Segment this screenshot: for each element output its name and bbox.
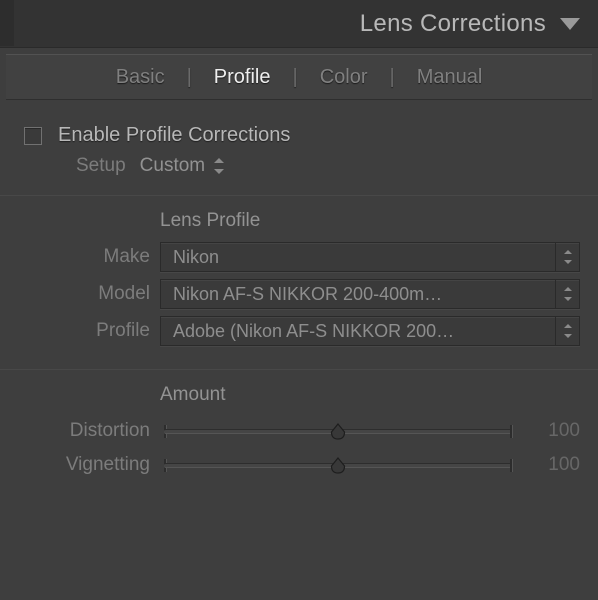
- distortion-value[interactable]: 100: [526, 420, 580, 442]
- profile-dropdown-value: Adobe (Nikon AF-S NIKKOR 200…: [173, 321, 454, 342]
- amount-title: Amount: [160, 384, 580, 406]
- enable-profile-corrections-row: Enable Profile Corrections: [24, 124, 580, 147]
- tab-separator: |: [279, 66, 312, 89]
- distortion-slider[interactable]: [164, 421, 512, 441]
- dropdown-handle[interactable]: [555, 317, 579, 345]
- lens-profile-title: Lens Profile: [160, 210, 580, 232]
- enable-profile-corrections-checkbox[interactable]: [24, 127, 42, 145]
- tab-separator: |: [173, 66, 206, 89]
- collapse-triangle-icon[interactable]: [560, 18, 580, 30]
- slider-thumb[interactable]: [330, 423, 347, 440]
- tab-basic[interactable]: Basic: [108, 66, 173, 89]
- enable-profile-corrections-label: Enable Profile Corrections: [58, 124, 290, 147]
- setup-value[interactable]: Custom: [140, 155, 205, 177]
- model-label: Model: [18, 283, 150, 305]
- slider-cap: [510, 459, 512, 472]
- amount-section: Amount Distortion 100 Vignetting: [18, 370, 580, 476]
- tab-bar: Basic | Profile | Color | Manual: [6, 54, 592, 100]
- tab-manual[interactable]: Manual: [409, 66, 491, 89]
- profile-row: Profile Adobe (Nikon AF-S NIKKOR 200…: [18, 316, 580, 346]
- updown-icon: [563, 250, 573, 264]
- lens-corrections-panel: Lens Corrections Basic | Profile | Color…: [0, 0, 598, 600]
- vignetting-row: Vignetting 100: [18, 454, 580, 476]
- tab-profile[interactable]: Profile: [206, 66, 279, 89]
- tab-separator: |: [376, 66, 409, 89]
- updown-icon: [563, 324, 573, 338]
- profile-dropdown[interactable]: Adobe (Nikon AF-S NIKKOR 200…: [160, 316, 580, 346]
- panel-header[interactable]: Lens Corrections: [0, 0, 598, 48]
- vignetting-value[interactable]: 100: [526, 454, 580, 476]
- setup-updown-icon[interactable]: [213, 158, 225, 174]
- model-dropdown[interactable]: Nikon AF-S NIKKOR 200-400m…: [160, 279, 580, 309]
- profile-label: Profile: [18, 320, 150, 342]
- setup-row: Setup Custom: [76, 155, 580, 177]
- slider-cap: [510, 425, 512, 438]
- panel-body: Enable Profile Corrections Setup Custom …: [0, 100, 598, 476]
- make-dropdown-value: Nikon: [173, 247, 219, 268]
- make-row: Make Nikon: [18, 242, 580, 272]
- tab-color[interactable]: Color: [312, 66, 376, 89]
- make-label: Make: [18, 246, 150, 268]
- lens-profile-section: Lens Profile Make Nikon Model Nikon AF-S…: [18, 196, 580, 369]
- setup-label: Setup: [76, 155, 126, 177]
- vignetting-label: Vignetting: [18, 454, 150, 476]
- slider-thumb[interactable]: [330, 457, 347, 474]
- dropdown-handle[interactable]: [555, 243, 579, 271]
- make-dropdown[interactable]: Nikon: [160, 242, 580, 272]
- panel-edge-marker: [0, 0, 14, 46]
- model-dropdown-value: Nikon AF-S NIKKOR 200-400m…: [173, 284, 442, 305]
- dropdown-handle[interactable]: [555, 280, 579, 308]
- updown-icon: [563, 287, 573, 301]
- model-row: Model Nikon AF-S NIKKOR 200-400m…: [18, 279, 580, 309]
- distortion-label: Distortion: [18, 420, 150, 442]
- vignetting-slider[interactable]: [164, 455, 512, 475]
- distortion-row: Distortion 100: [18, 420, 580, 442]
- panel-title: Lens Corrections: [360, 10, 546, 38]
